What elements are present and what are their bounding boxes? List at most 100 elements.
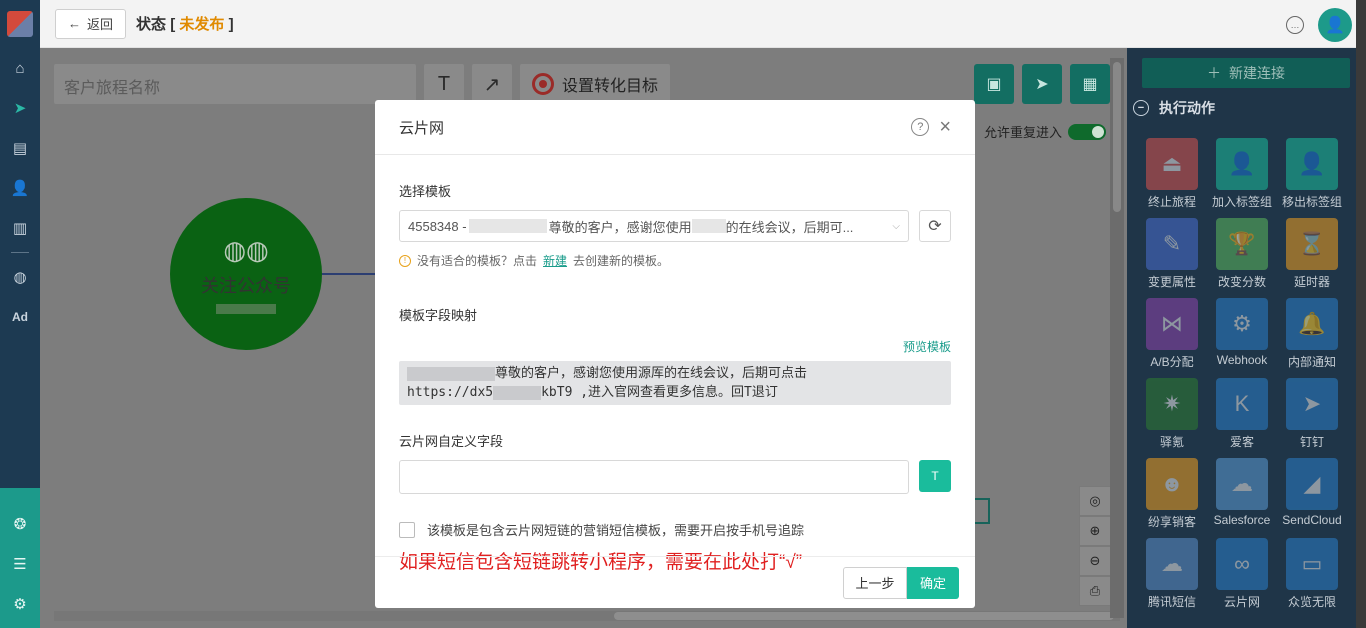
- left-nav-bottom: ❂ ☰ ⚙: [0, 488, 40, 628]
- actions-section-header[interactable]: − 执行动作: [1133, 98, 1215, 118]
- wechat-icon: ◍◍: [223, 234, 269, 265]
- action-label: Salesforce: [1213, 513, 1271, 527]
- layout-icon[interactable]: ▤: [0, 128, 40, 168]
- chart-icon[interactable]: ▥: [0, 208, 40, 248]
- action-item[interactable]: ✷ 驿氪: [1137, 378, 1207, 450]
- action-label: 驿氪: [1159, 435, 1184, 449]
- action-label: 改变分数: [1217, 275, 1266, 289]
- redacted-text: [216, 303, 276, 314]
- chevron-down-icon: ⌵: [892, 220, 900, 232]
- print-icon[interactable]: ⎙: [1079, 576, 1111, 606]
- action-item[interactable]: 👤 移出标签组: [1277, 138, 1347, 210]
- new-connection-label: 新建连接: [1229, 65, 1285, 81]
- ad-icon[interactable]: Ad: [0, 297, 40, 337]
- settings-gear-icon[interactable]: ⚙: [0, 584, 40, 624]
- custom-field-input[interactable]: [399, 460, 909, 494]
- chat-bubble-icon[interactable]: …: [1286, 16, 1304, 34]
- hub-icon[interactable]: ❂: [0, 504, 40, 544]
- horizontal-scrollbar[interactable]: [54, 611, 1120, 621]
- mapping-label: 模板字段映射: [399, 308, 478, 323]
- action-item[interactable]: ⚙ Webhook: [1207, 298, 1277, 370]
- action-item[interactable]: ⌛ 延时器: [1277, 218, 1347, 290]
- preview-line-2a: https://dx5: [407, 385, 494, 400]
- action-item[interactable]: ✎ 变更属性: [1137, 218, 1207, 290]
- status-prefix: 状态: [136, 16, 167, 33]
- prev-step-button[interactable]: 上一步: [843, 566, 907, 599]
- wechat-follow-node[interactable]: ◍◍ 关注公众号: [170, 198, 322, 350]
- dialog-title: 云片网: [399, 119, 445, 137]
- collapse-icon: −: [1133, 100, 1149, 116]
- left-nav: ⌂ ➤ ▤ 👤 ▥ ◍ Ad ❂ ☰ ⚙: [0, 0, 40, 628]
- set-goal-button[interactable]: 设置转化目标: [520, 64, 671, 104]
- action-icon: ☁: [1146, 538, 1198, 590]
- action-label: 终止旅程: [1147, 195, 1196, 209]
- preview-template-link[interactable]: 预览模板: [399, 338, 951, 355]
- avatar[interactable]: 👤: [1318, 8, 1352, 42]
- set-goal-label: 设置转化目标: [562, 78, 659, 95]
- new-connection-button[interactable]: ＋ 新建连接: [1142, 58, 1350, 88]
- help-icon[interactable]: ?: [911, 118, 930, 136]
- action-icon: 🔔: [1286, 298, 1338, 350]
- close-icon[interactable]: ×: [939, 117, 951, 137]
- action-item[interactable]: ➤ 钉钉: [1277, 378, 1347, 450]
- action-item[interactable]: ⋈ A/B分配: [1137, 298, 1207, 370]
- action-item[interactable]: 🔔 内部通知: [1277, 298, 1347, 370]
- redacted-text: [691, 219, 726, 233]
- action-label: A/B分配: [1150, 355, 1194, 369]
- action-item[interactable]: ▭ 众览无限: [1277, 538, 1347, 610]
- action-icon: ☁: [1216, 458, 1268, 510]
- wechat-icon[interactable]: ◍: [0, 257, 40, 297]
- action-item[interactable]: ◢ SendCloud: [1277, 458, 1347, 530]
- arrow-tool-icon[interactable]: ↗: [472, 64, 512, 104]
- vertical-scrollbar[interactable]: [1110, 58, 1124, 618]
- template-layout-icon[interactable]: ▦: [1070, 64, 1110, 104]
- create-template-link[interactable]: 新建: [543, 252, 567, 269]
- template-preview: 尊敬的客户，感谢您使用源厍的在线会议，后期可点击 https://dx5 kbT9…: [399, 361, 951, 405]
- wechat-node-label: 关注公众号: [201, 275, 291, 296]
- action-item[interactable]: 👤 加入标签组: [1207, 138, 1277, 210]
- top-right-tools: … 👤: [1286, 8, 1352, 42]
- action-label: 内部通知: [1287, 355, 1336, 369]
- confirm-button[interactable]: 确定: [907, 566, 959, 599]
- allow-repeat-toggle[interactable]: [1068, 123, 1107, 140]
- text-tool-icon[interactable]: T: [424, 64, 464, 104]
- refresh-icon[interactable]: ⟳: [919, 210, 951, 242]
- action-icon: K: [1216, 378, 1268, 430]
- back-label: 返回: [87, 17, 114, 32]
- allow-repeat-toggle-row: 允许重复进入: [984, 122, 1107, 141]
- locate-icon[interactable]: ◎: [1079, 486, 1111, 516]
- action-item[interactable]: ⏏ 终止旅程: [1137, 138, 1207, 210]
- journey-name-input[interactable]: 客户旅程名称: [54, 64, 416, 104]
- send-icon[interactable]: ➤: [0, 88, 40, 128]
- home-icon[interactable]: ⌂: [0, 48, 40, 88]
- action-label: 加入标签组: [1211, 195, 1272, 209]
- checkbox-label: 该模板是包含云片网短链的营销短信模板，需要开启按手机号追踪: [427, 523, 805, 538]
- action-label: Webhook: [1216, 353, 1268, 367]
- back-button[interactable]: ← 返回: [55, 8, 127, 39]
- brand-logo: [0, 0, 40, 48]
- save-icon[interactable]: ▣: [974, 64, 1014, 104]
- text-field-insert-icon[interactable]: T: [919, 460, 951, 492]
- short-link-tracking-checkbox[interactable]: [399, 521, 415, 538]
- action-item[interactable]: ☁ 腾讯短信: [1137, 538, 1207, 610]
- zoom-out-icon[interactable]: ⊖: [1079, 546, 1111, 576]
- right-panel: ＋ 新建连接 − 执行动作 ⏏ 终止旅程 👤 加入标签组 👤 移出标签组 ✎ 变更属性 🏆 改变分…: [1127, 48, 1356, 628]
- zoom-tools: ◎ ⊕ ⊖ ⎙: [1079, 486, 1113, 606]
- server-icon[interactable]: ☰: [0, 544, 40, 584]
- template-select[interactable]: 4558348 - 尊敬的客户，感谢您使用 的在线会议，后期可... ⌵: [399, 210, 909, 242]
- action-label: 腾讯短信: [1147, 595, 1196, 609]
- publish-icon[interactable]: ➤: [1022, 64, 1062, 104]
- action-icon: ⚙: [1216, 298, 1268, 350]
- action-icon: ☻: [1146, 458, 1198, 510]
- status-bracket-close: ]: [228, 16, 234, 33]
- action-item[interactable]: K 爱客: [1207, 378, 1277, 450]
- zoom-in-icon[interactable]: ⊕: [1079, 516, 1111, 546]
- action-item[interactable]: ☁ Salesforce: [1207, 458, 1277, 530]
- status-value: 未发布: [179, 16, 225, 33]
- user-icon[interactable]: 👤: [0, 168, 40, 208]
- action-item[interactable]: 🏆 改变分数: [1207, 218, 1277, 290]
- action-item[interactable]: ☻ 纷享销客: [1137, 458, 1207, 530]
- action-item[interactable]: ∞ 云片网: [1207, 538, 1277, 610]
- action-grid: ⏏ 终止旅程 👤 加入标签组 👤 移出标签组 ✎ 变更属性 🏆 改变分数 ⌛ 延时器 ⋈ A/B分配 ⚙ We…: [1137, 138, 1351, 610]
- action-icon: ✷: [1146, 378, 1198, 430]
